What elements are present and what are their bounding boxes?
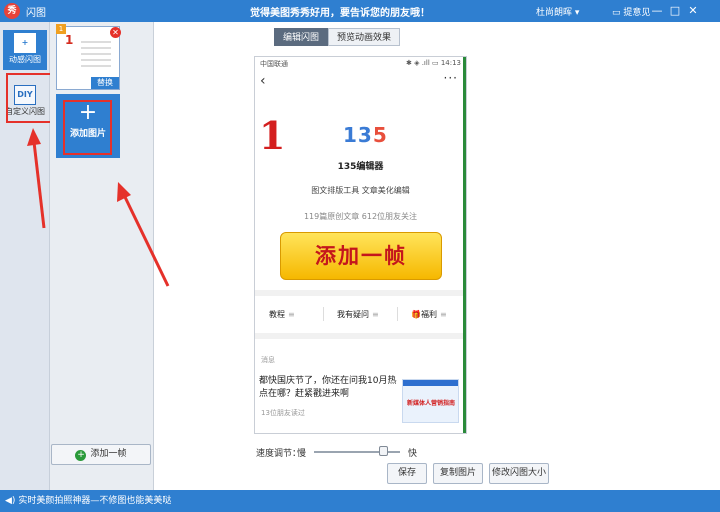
- minimize-button[interactable]: —: [650, 4, 664, 18]
- add-frame-label: 添加一帧: [90, 449, 127, 459]
- speaker-icon: ◀): [5, 496, 16, 506]
- thumbnail-frame-number: 1: [65, 33, 74, 47]
- carrier-label: 中国联通: [260, 60, 288, 68]
- status-promo-link[interactable]: 实时美颜拍照神器—不修图也能美美哒: [18, 496, 171, 506]
- sidebar-item-dynamic-gif[interactable]: + 动感闪图: [3, 30, 47, 70]
- divider: [255, 290, 466, 296]
- highlight-box-add-picture: [63, 100, 112, 155]
- save-button[interactable]: 保存: [387, 463, 427, 484]
- tab-edit-gif[interactable]: 编辑闪图: [274, 28, 329, 46]
- view-tabs: 编辑闪图 预览动画效果: [274, 28, 401, 46]
- resize-gif-button[interactable]: 修改闪图大小: [489, 463, 549, 484]
- chevron-down-icon: ▾: [574, 8, 580, 18]
- feedback-label: 提意见: [623, 8, 651, 18]
- add-frame-overlay-button: 添加一帧: [280, 232, 442, 280]
- article-title: 都快国庆节了，你还在问我10月热点在哪？赶紧戳进来啊: [259, 376, 397, 399]
- titlebar-slogan-link[interactable]: 觉得美图秀秀好用，要告诉您的朋友哦！: [250, 4, 430, 19]
- speed-label: 速度调节：: [256, 449, 302, 459]
- menu-item-questions: 我有疑问 ≡: [337, 310, 379, 319]
- add-frame-button[interactable]: + 添加一帧: [51, 444, 151, 465]
- phone-status-right: ✱ ◈ .ıll ▭ 14:13: [406, 59, 461, 67]
- menu-item-welfare: 🎁福利 ≡: [411, 310, 447, 319]
- user-name: 杜尚朗晖: [536, 8, 573, 18]
- replace-button[interactable]: 替换: [91, 77, 119, 89]
- frame-thumbnail-panel: 1 替换 + 添加图片: [50, 22, 154, 490]
- speed-fast-label: 快: [408, 449, 418, 459]
- frame-index-badge: 1: [56, 24, 66, 34]
- account-description: 图文排版工具 文章美化编辑: [311, 186, 410, 195]
- phone-preview-canvas: 中国联通 ✱ ◈ .ıll ▭ 14:13 ‹ ··· 1 135 135编辑器…: [254, 56, 467, 434]
- article-thumbnail-text: 新媒体人营销指南: [406, 400, 455, 407]
- add-circle-icon: +: [75, 450, 87, 461]
- divider: [255, 333, 466, 339]
- copy-image-button[interactable]: 复制图片: [433, 463, 483, 484]
- close-button[interactable]: ✕: [686, 4, 700, 18]
- status-bar: ◀) 实时美颜拍照神器—不修图也能美美哒: [0, 490, 720, 512]
- back-icon: ‹: [260, 73, 266, 89]
- maximize-button[interactable]: □: [668, 4, 682, 18]
- user-menu[interactable]: 杜尚朗晖 ▾: [536, 5, 579, 18]
- thumbnail-preview: [81, 37, 111, 67]
- message-header: 消息: [261, 356, 275, 364]
- chat-bubble-icon: ▭: [612, 8, 621, 18]
- menu-lines-icon: ≡: [439, 310, 447, 319]
- menu-lines-icon: ≡: [372, 310, 379, 319]
- sidebar-item-label: 动感闪图: [9, 55, 41, 64]
- divider: [397, 307, 398, 321]
- phone-edge: [463, 57, 466, 433]
- article-meta: 13位朋友读过: [261, 409, 305, 417]
- highlight-box-custom-gif: [6, 73, 56, 123]
- phone-status-bar: 中国联通 ✱ ◈ .ıll ▭ 14:13: [255, 57, 466, 71]
- gift-icon: 🎁: [411, 310, 421, 319]
- menu-item-tutorial: 教程 ≡: [269, 310, 295, 319]
- feedback-button[interactable]: ▭ 提意见: [612, 5, 650, 18]
- more-icon: ···: [443, 71, 458, 85]
- account-name: 135编辑器: [337, 162, 384, 172]
- account-stats: 119篇原创文章 612位朋友关注: [303, 212, 418, 221]
- article-thumbnail: 新媒体人营销指南: [402, 379, 459, 423]
- menu-lines-icon: ≡: [288, 310, 295, 319]
- delete-frame-icon[interactable]: ✕: [110, 27, 121, 38]
- speed-slider-handle[interactable]: [379, 446, 389, 456]
- title-bar: 秀 闪图 觉得美图秀秀好用，要告诉您的朋友哦！ 杜尚朗晖 ▾ ▭ 提意见 — □…: [0, 0, 720, 22]
- tab-preview-animation[interactable]: 预览动画效果: [328, 28, 401, 46]
- frame-number-overlay: 1: [259, 113, 286, 158]
- app-logo-icon: 秀: [4, 3, 20, 19]
- account-menu: 教程 ≡ 我有疑问 ≡ 🎁福利 ≡: [255, 303, 466, 325]
- account-logo: 135: [343, 123, 388, 147]
- plus-frame-icon: +: [14, 33, 36, 53]
- speed-slow-label: 慢: [297, 449, 307, 459]
- app-title: 闪图: [26, 8, 46, 19]
- divider: [323, 307, 324, 321]
- phone-nav-bar: ‹ ···: [255, 71, 466, 93]
